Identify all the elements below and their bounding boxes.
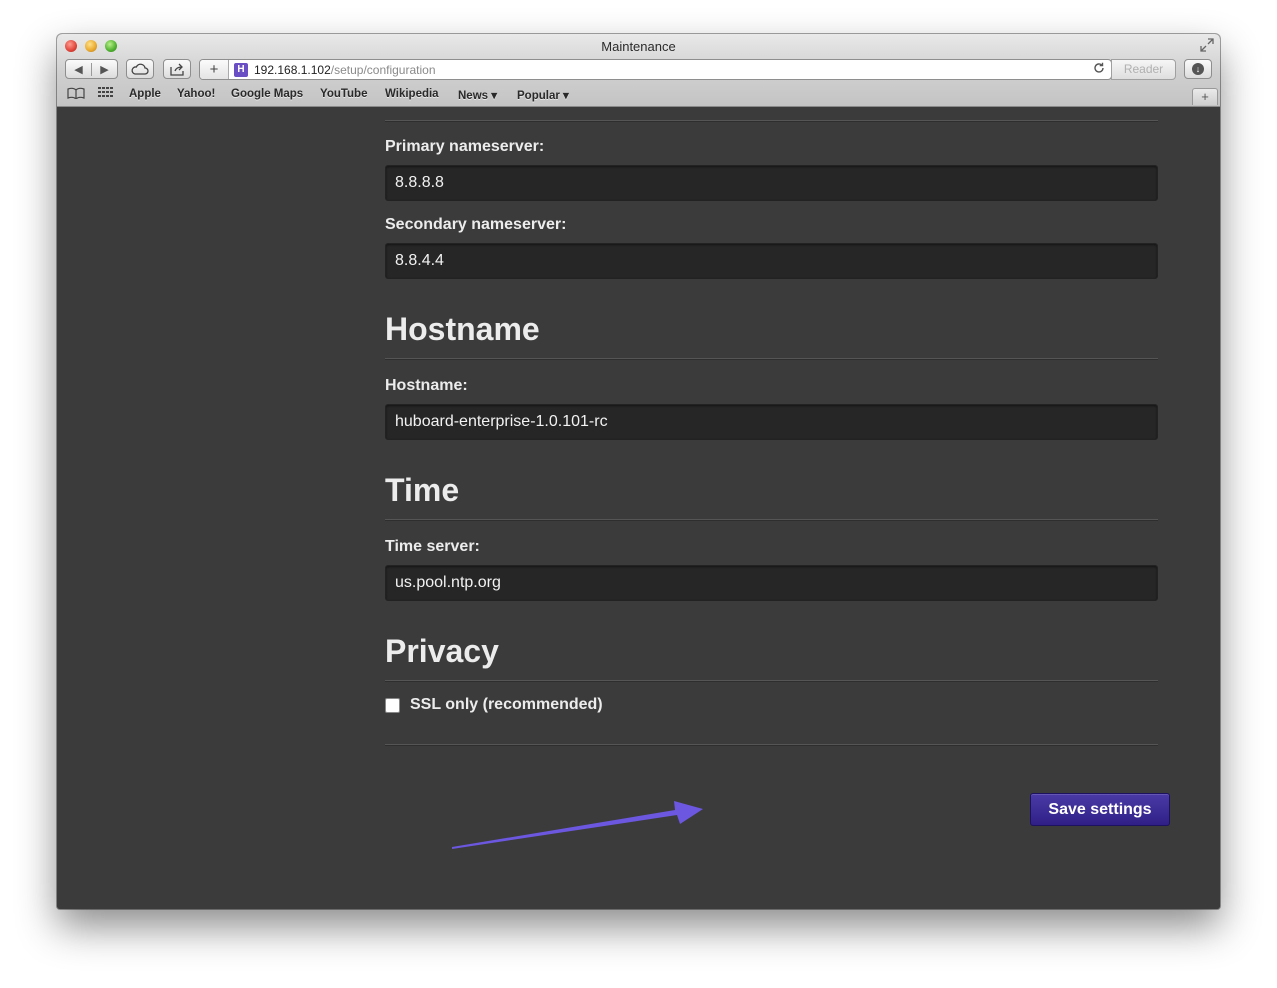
url-host: 192.168.1.102 <box>254 63 331 77</box>
downloads-button[interactable]: ↓ <box>1184 59 1212 79</box>
download-arrow-icon: ↓ <box>1192 63 1204 75</box>
bookmark-popular-menu[interactable]: Popular ▾ <box>517 88 569 102</box>
bookmark-yahoo[interactable]: Yahoo! <box>177 88 215 100</box>
bookmark-youtube[interactable]: YouTube <box>320 88 367 100</box>
reload-icon[interactable] <box>1093 61 1105 77</box>
back-forward-control: ◀ ▶ <box>65 59 118 79</box>
reading-list-icon[interactable] <box>67 87 85 102</box>
back-button[interactable]: ◀ <box>66 63 91 76</box>
reader-button[interactable]: Reader <box>1111 59 1176 80</box>
bookmark-news-menu[interactable]: News ▾ <box>458 88 497 102</box>
url-text[interactable]: 192.168.1.102/setup/configuration <box>254 63 436 77</box>
new-tab-button[interactable]: + <box>1192 88 1218 105</box>
site-favicon: H <box>234 63 248 77</box>
annotation-arrow <box>452 801 703 849</box>
top-sites-grid-icon[interactable] <box>98 87 114 102</box>
icloud-tabs-button[interactable] <box>126 59 154 79</box>
share-icon <box>170 63 184 76</box>
forward-button[interactable]: ▶ <box>91 62 117 76</box>
share-button[interactable] <box>163 59 191 79</box>
window-title: Maintenance <box>601 39 676 54</box>
bookmarks-bar: Apple Yahoo! Google Maps YouTube Wikiped… <box>57 86 1220 104</box>
bookmark-google-maps[interactable]: Google Maps <box>231 88 303 100</box>
cloud-icon <box>131 63 149 75</box>
browser-chrome: Maintenance ◀ ▶ + H 192.168.1.102/setup/… <box>57 34 1220 107</box>
browser-window: Maintenance ◀ ▶ + H 192.168.1.102/setup/… <box>57 34 1220 909</box>
page-content: Primary nameserver: Secondary nameserver… <box>57 107 1220 909</box>
address-bar[interactable]: + H 192.168.1.102/setup/configuration <box>199 59 1112 80</box>
bookmark-wikipedia[interactable]: Wikipedia <box>385 88 439 100</box>
url-path: /setup/configuration <box>330 63 436 77</box>
bookmark-apple[interactable]: Apple <box>129 88 161 100</box>
add-bookmark-button[interactable]: + <box>200 60 229 79</box>
fullscreen-icon[interactable] <box>1200 38 1214 52</box>
